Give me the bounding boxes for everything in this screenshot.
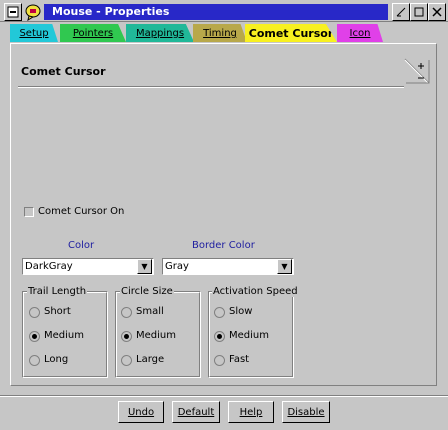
undo-button[interactable]: Undo <box>118 401 164 423</box>
disable-button[interactable]: Disable <box>282 401 330 423</box>
tab-comet-cursor[interactable]: Comet Cursor <box>245 24 337 42</box>
page-corner-icon[interactable] <box>404 58 430 84</box>
tab-label: Icon <box>349 27 371 39</box>
circle-small-radio[interactable] <box>121 307 132 318</box>
border-color-label: Border Color <box>192 240 255 251</box>
window-menu-icon[interactable] <box>4 3 22 21</box>
color-dropdown-value: DarkGray <box>25 261 73 272</box>
help-button-label: Help <box>239 406 263 418</box>
border-color-dropdown[interactable]: Gray ▼ <box>162 258 294 275</box>
disable-button-label: Disable <box>287 406 325 418</box>
speed-fast-radio[interactable] <box>214 355 225 366</box>
color-dropdown[interactable]: DarkGray ▼ <box>22 258 154 275</box>
circle-large-label[interactable]: Large <box>136 354 164 365</box>
circle-large-radio[interactable] <box>121 355 132 366</box>
speed-medium-label[interactable]: Medium <box>229 330 269 341</box>
tab-label: Setup <box>19 27 49 39</box>
speed-slow-label[interactable]: Slow <box>229 306 252 317</box>
trail-short-label[interactable]: Short <box>44 306 71 317</box>
maximize-icon[interactable] <box>410 3 428 21</box>
circle-size-title: Circle Size <box>120 286 174 297</box>
chevron-down-icon[interactable]: ▼ <box>277 259 292 274</box>
circle-medium-label[interactable]: Medium <box>136 330 176 341</box>
trail-short-radio[interactable] <box>29 307 40 318</box>
trail-long-label[interactable]: Long <box>44 354 68 365</box>
tab-label: Comet Cursor <box>248 26 334 40</box>
circle-small-label[interactable]: Small <box>136 306 164 317</box>
color-label: Color <box>68 240 95 251</box>
speed-slow-radio[interactable] <box>214 307 225 318</box>
speed-fast-label[interactable]: Fast <box>229 354 249 365</box>
tab-setup[interactable]: Setup <box>10 24 58 42</box>
bottom-divider <box>0 395 448 397</box>
window-title: Mouse - Properties <box>52 5 170 18</box>
mouse-help-icon <box>24 3 42 22</box>
default-button[interactable]: Default <box>172 401 220 423</box>
undo-button-label: Undo <box>127 406 155 418</box>
tab-label: Mappings <box>135 27 185 39</box>
tab-label: Pointers <box>72 27 114 39</box>
chevron-down-icon[interactable]: ▼ <box>137 259 152 274</box>
trail-long-radio[interactable] <box>29 355 40 366</box>
tab-label: Timing <box>203 27 237 39</box>
help-button[interactable]: Help <box>228 401 274 423</box>
tab-icon[interactable]: Icon <box>337 24 383 42</box>
trail-length-title: Trail Length <box>27 286 88 297</box>
border-color-dropdown-value: Gray <box>165 261 189 272</box>
tab-timing[interactable]: Timing <box>193 24 247 42</box>
circle-medium-radio[interactable] <box>121 331 132 342</box>
trail-medium-label[interactable]: Medium <box>44 330 84 341</box>
page-title: Comet Cursor <box>21 65 106 78</box>
comet-cursor-checkbox-label[interactable]: Comet Cursor On <box>38 206 124 217</box>
comet-cursor-checkbox[interactable] <box>24 207 34 217</box>
tab-pointers[interactable]: Pointers <box>60 24 126 42</box>
tab-mappings[interactable]: Mappings <box>126 24 194 42</box>
default-button-label: Default <box>177 406 215 418</box>
close-icon[interactable] <box>428 3 446 21</box>
activation-speed-title: Activation Speed <box>212 286 299 297</box>
speed-medium-radio[interactable] <box>214 331 225 342</box>
trail-medium-radio[interactable] <box>29 331 40 342</box>
page-header-divider <box>18 86 404 88</box>
minimize-icon[interactable] <box>392 3 410 21</box>
